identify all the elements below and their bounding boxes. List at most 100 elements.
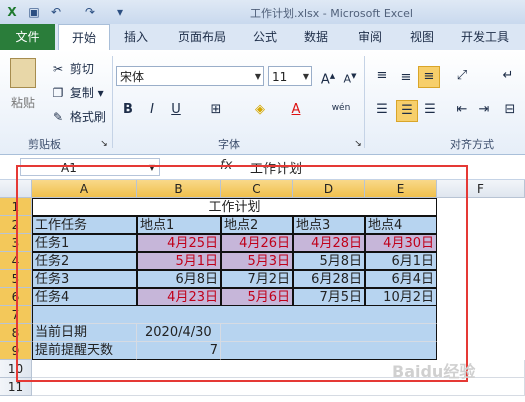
select-all-corner[interactable] bbox=[0, 180, 32, 198]
ribbon-tabs: 文件 开始 插入 页面布局 公式 数据 审阅 视图 开发工具 bbox=[0, 24, 525, 51]
date-cell[interactable]: 6月1日 bbox=[365, 252, 437, 270]
grow-font-icon[interactable]: A▲ bbox=[318, 66, 338, 87]
row-header-6[interactable]: 6 bbox=[0, 288, 32, 306]
date-cell[interactable]: 5月1日 bbox=[137, 252, 221, 270]
date-cell[interactable]: 5月3日 bbox=[221, 252, 293, 270]
task-name-cell[interactable]: 任务1 bbox=[32, 234, 137, 252]
clipboard-group-label: 剪贴板 bbox=[28, 138, 61, 151]
format-painter-button[interactable]: ✎ 格式刷 bbox=[50, 108, 106, 125]
paste-label: 粘贴 bbox=[10, 96, 35, 110]
font-name-combo[interactable]: 宋体 ▼ bbox=[116, 66, 264, 86]
tab-file[interactable]: 文件 bbox=[0, 24, 55, 50]
column-header-c[interactable]: C bbox=[221, 180, 293, 198]
align-right-icon[interactable]: ☰ bbox=[420, 100, 440, 120]
decrease-indent-icon[interactable]: ⇤ bbox=[452, 100, 472, 120]
date-cell[interactable]: 7月2日 bbox=[221, 270, 293, 288]
row-header-7[interactable]: 7 bbox=[0, 306, 32, 324]
task-name-cell[interactable]: 任务3 bbox=[32, 270, 137, 288]
row-header-3[interactable]: 3 bbox=[0, 234, 32, 252]
task-name-cell[interactable]: 任务4 bbox=[32, 288, 137, 306]
date-cell[interactable]: 6月28日 bbox=[293, 270, 365, 288]
italic-button[interactable]: I bbox=[142, 100, 162, 120]
underline-button[interactable]: U bbox=[166, 100, 186, 120]
reminder-days-value[interactable]: 7 bbox=[137, 342, 221, 360]
row-header-8[interactable]: 8 bbox=[0, 324, 32, 342]
current-date-label[interactable]: 当前日期 bbox=[32, 324, 137, 342]
column-header-d[interactable]: D bbox=[293, 180, 365, 198]
formula-content[interactable]: 工作计划 bbox=[250, 158, 302, 177]
header-cell-location3[interactable]: 地点3 bbox=[293, 216, 365, 234]
cut-button[interactable]: ✂ 剪切 bbox=[50, 60, 94, 77]
empty-row[interactable] bbox=[32, 306, 437, 324]
row-header-10[interactable]: 10 bbox=[0, 360, 32, 378]
header-cell-location4[interactable]: 地点4 bbox=[365, 216, 437, 234]
align-center-icon[interactable]: ☰ bbox=[396, 100, 418, 122]
reminder-days-label[interactable]: 提前提醒天数 bbox=[32, 342, 137, 360]
customize-toolbar-icon[interactable]: ▾ bbox=[112, 4, 128, 20]
date-cell[interactable]: 5月6日 bbox=[221, 288, 293, 306]
increase-indent-icon[interactable]: ⇥ bbox=[474, 100, 494, 120]
font-color-icon[interactable]: A bbox=[286, 100, 306, 120]
empty-cell[interactable] bbox=[221, 324, 437, 342]
task-name-cell[interactable]: 任务2 bbox=[32, 252, 137, 270]
tab-view[interactable]: 视图 bbox=[400, 24, 444, 50]
watermark: Baidu经验 bbox=[392, 362, 476, 381]
date-cell[interactable]: 4月26日 bbox=[221, 234, 293, 252]
sheet-title-cell[interactable]: 工作计划 bbox=[32, 198, 437, 216]
phonetic-button[interactable]: wén bbox=[328, 98, 354, 118]
orientation-icon[interactable]: ⤢ bbox=[452, 66, 472, 86]
header-cell-task[interactable]: 工作任务 bbox=[32, 216, 137, 234]
align-top-icon[interactable]: ≡ bbox=[372, 66, 392, 86]
merge-center-icon[interactable]: ⊟ bbox=[500, 100, 520, 120]
undo-icon[interactable]: ↶ bbox=[48, 4, 64, 20]
date-cell[interactable]: 5月8日 bbox=[293, 252, 365, 270]
current-date-value[interactable]: 2020/4/30 bbox=[137, 324, 221, 342]
tab-page-layout[interactable]: 页面布局 bbox=[166, 24, 238, 50]
date-cell[interactable]: 4月30日 bbox=[365, 234, 437, 252]
row-header-2[interactable]: 2 bbox=[0, 216, 32, 234]
date-cell[interactable]: 10月2日 bbox=[365, 288, 437, 306]
name-box[interactable]: A1 ▼ bbox=[20, 158, 160, 176]
bold-button[interactable]: B bbox=[118, 100, 138, 120]
align-middle-icon[interactable]: ≡ bbox=[396, 68, 416, 88]
paste-button[interactable]: 粘贴 bbox=[8, 58, 38, 118]
date-cell[interactable]: 4月23日 bbox=[137, 288, 221, 306]
date-cell[interactable]: 4月25日 bbox=[137, 234, 221, 252]
row-header-1[interactable]: 1 bbox=[0, 198, 32, 216]
tab-data[interactable]: 数据 bbox=[294, 24, 338, 50]
tab-review[interactable]: 审阅 bbox=[348, 24, 392, 50]
dialog-launcher-icon[interactable]: ↘ bbox=[96, 136, 112, 152]
tab-insert[interactable]: 插入 bbox=[114, 24, 158, 50]
column-header-f[interactable]: F bbox=[437, 180, 525, 198]
column-header-b[interactable]: B bbox=[137, 180, 221, 198]
align-bottom-icon[interactable]: ≡ bbox=[418, 66, 440, 88]
row-header-5[interactable]: 5 bbox=[0, 270, 32, 288]
row-header-11[interactable]: 11 bbox=[0, 378, 32, 396]
date-cell[interactable]: 6月8日 bbox=[137, 270, 221, 288]
redo-icon[interactable]: ↷ bbox=[82, 4, 98, 20]
tab-developer[interactable]: 开发工具 bbox=[450, 24, 520, 50]
row-header-9[interactable]: 9 bbox=[0, 342, 32, 360]
tab-formulas[interactable]: 公式 bbox=[245, 24, 285, 50]
insert-function-icon[interactable]: fx bbox=[220, 158, 232, 173]
date-cell[interactable]: 4月28日 bbox=[293, 234, 365, 252]
borders-icon[interactable]: ⊞ bbox=[206, 100, 226, 120]
date-cell[interactable]: 7月5日 bbox=[293, 288, 365, 306]
column-header-e[interactable]: E bbox=[365, 180, 437, 198]
row-header-4[interactable]: 4 bbox=[0, 252, 32, 270]
align-left-icon[interactable]: ☰ bbox=[372, 100, 392, 120]
header-cell-location1[interactable]: 地点1 bbox=[137, 216, 221, 234]
wrap-text-icon[interactable]: ↵ bbox=[498, 66, 518, 86]
shrink-font-icon[interactable]: A▼ bbox=[340, 66, 360, 86]
copy-button[interactable]: ❐ 复制 ▾ bbox=[50, 84, 104, 101]
document-title: 工作计划.xlsx - Microsoft Excel bbox=[250, 7, 413, 20]
date-cell[interactable]: 6月4日 bbox=[365, 270, 437, 288]
header-cell-location2[interactable]: 地点2 bbox=[221, 216, 293, 234]
ribbon: 粘贴 ✂ 剪切 ❐ 复制 ▾ ✎ 格式刷 剪贴板 ↘ 宋体 ▼ 11 ▼ A▲ A▼… bbox=[0, 50, 525, 155]
tab-home[interactable]: 开始 bbox=[58, 24, 110, 51]
save-icon[interactable]: ▣ bbox=[26, 4, 42, 20]
font-size-combo[interactable]: 11 ▼ bbox=[268, 66, 312, 86]
column-header-a[interactable]: A bbox=[32, 180, 137, 198]
font-size-value: 11 bbox=[272, 70, 288, 84]
fill-color-icon[interactable]: ◈ bbox=[250, 100, 270, 120]
